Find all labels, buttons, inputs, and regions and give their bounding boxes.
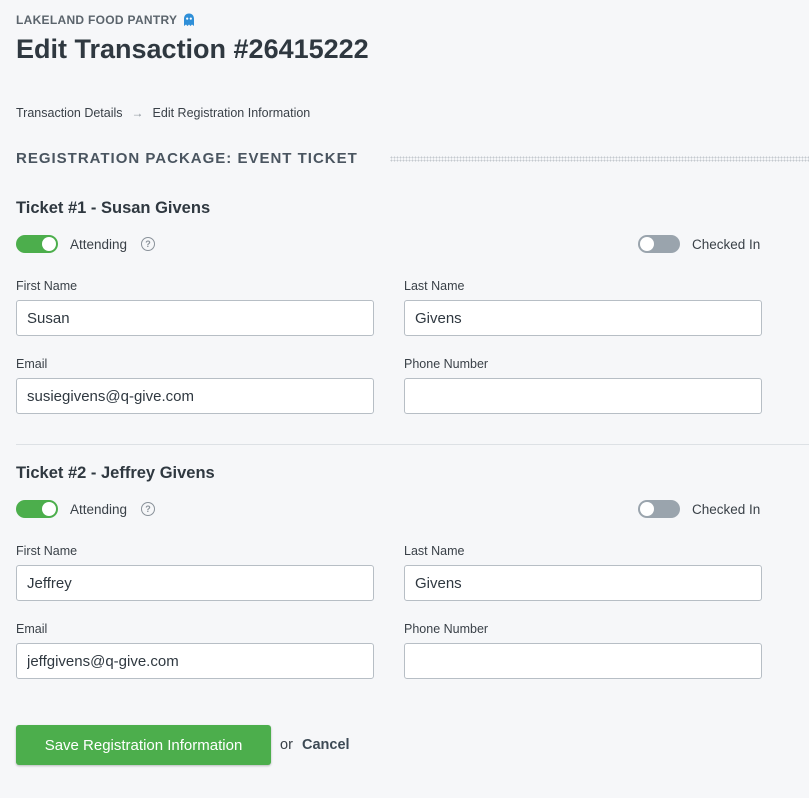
email-label: Email <box>16 357 48 371</box>
checked-in-group: Checked In <box>638 500 760 518</box>
checked-in-toggle[interactable] <box>638 500 680 518</box>
last-name-label: Last Name <box>404 544 465 558</box>
last-name-field: Last Name <box>404 544 762 601</box>
section-title: REGISTRATION PACKAGE: EVENT TICKET <box>16 150 358 167</box>
help-icon[interactable]: ? <box>141 502 156 516</box>
email-label: Email <box>16 622 48 636</box>
checked-in-label: Checked In <box>692 501 761 517</box>
email-input[interactable] <box>16 378 374 414</box>
toggle-knob <box>640 237 654 251</box>
phone-field: Phone Number <box>404 357 762 414</box>
breadcrumb: Transaction Details → Edit Registration … <box>16 106 310 120</box>
cancel-link[interactable]: Cancel <box>302 737 350 753</box>
section-divider <box>389 155 809 162</box>
arrow-right-icon: → <box>131 106 144 120</box>
org-name: LAKELAND FOOD PANTRY <box>16 13 178 27</box>
attending-label: Attending <box>70 236 128 252</box>
breadcrumb-transaction-details[interactable]: Transaction Details <box>16 106 123 120</box>
ticket-title: Ticket #1 - Susan Givens <box>16 199 211 217</box>
attending-label: Attending <box>70 501 128 517</box>
first-name-input[interactable] <box>16 300 374 336</box>
checked-in-label: Checked In <box>692 236 761 252</box>
section-header: REGISTRATION PACKAGE: EVENT TICKET <box>16 150 809 167</box>
ghost-icon <box>184 13 195 26</box>
last-name-input[interactable] <box>404 565 762 601</box>
org-header: LAKELAND FOOD PANTRY <box>16 13 195 27</box>
phone-label: Phone Number <box>404 622 489 636</box>
ticket-title: Ticket #2 - Jeffrey Givens <box>16 464 215 482</box>
attending-toggle[interactable] <box>16 500 58 518</box>
attending-toggle[interactable] <box>16 235 58 253</box>
attending-group: Attending ? <box>16 235 156 253</box>
email-field: Email <box>16 622 374 679</box>
first-name-label: First Name <box>16 279 78 293</box>
phone-label: Phone Number <box>404 357 489 371</box>
first-name-field: First Name <box>16 279 374 336</box>
or-text: or <box>280 737 293 753</box>
phone-field: Phone Number <box>404 622 762 679</box>
ticket-divider <box>16 444 809 445</box>
last-name-input[interactable] <box>404 300 762 336</box>
first-name-input[interactable] <box>16 565 374 601</box>
first-name-field: First Name <box>16 544 374 601</box>
ticket-toggles: Attending ? Checked In <box>16 235 762 253</box>
ticket-toggles: Attending ? Checked In <box>16 500 762 518</box>
breadcrumb-current: Edit Registration Information <box>152 106 311 120</box>
toggle-knob <box>42 237 56 251</box>
email-field: Email <box>16 357 374 414</box>
phone-input[interactable] <box>404 643 762 679</box>
checked-in-toggle[interactable] <box>638 235 680 253</box>
phone-input[interactable] <box>404 378 762 414</box>
help-icon[interactable]: ? <box>141 237 156 251</box>
toggle-knob <box>42 502 56 516</box>
last-name-field: Last Name <box>404 279 762 336</box>
save-registration-button[interactable]: Save Registration Information <box>16 725 271 765</box>
checked-in-group: Checked In <box>638 235 760 253</box>
toggle-knob <box>640 502 654 516</box>
page-title: Edit Transaction #26415222 <box>16 34 369 64</box>
email-input[interactable] <box>16 643 374 679</box>
attending-group: Attending ? <box>16 500 156 518</box>
first-name-label: First Name <box>16 544 78 558</box>
last-name-label: Last Name <box>404 279 465 293</box>
